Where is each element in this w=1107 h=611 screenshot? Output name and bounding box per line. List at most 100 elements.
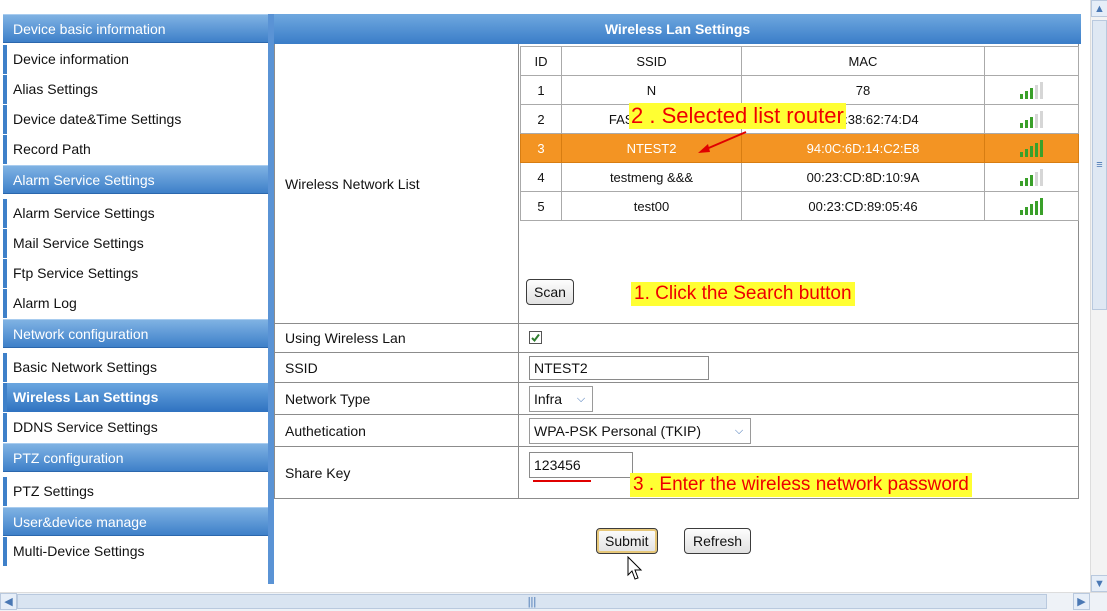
- annotation-arrow-icon: [698, 131, 747, 153]
- ssid-row: SSID NTEST2: [274, 353, 1079, 383]
- cell-ssid: N: [561, 75, 742, 105]
- cell-signal: [984, 75, 1079, 105]
- auth-row: Authetication WPA-PSK Personal (TKIP) ⌵: [274, 415, 1079, 447]
- vertical-scrollbar[interactable]: ▲ ≡ ▼: [1090, 0, 1107, 592]
- signal-strength-icon: [1020, 197, 1043, 215]
- cell-id: 3: [520, 133, 562, 163]
- horizontal-scrollbar[interactable]: ◀ ||| ▶: [0, 592, 1107, 611]
- chevron-down-icon: ⌵: [576, 393, 586, 405]
- using-wireless-value-cell: [519, 324, 1078, 352]
- auth-label-cell: Authetication: [275, 415, 519, 446]
- checkmark-icon: [531, 333, 540, 343]
- auth-selected: WPA-PSK Personal (TKIP): [534, 423, 702, 439]
- sidebar-item-mail-service-settings[interactable]: Mail Service Settings: [3, 229, 268, 258]
- wireless-network-list-label-cell: Wireless Network List: [275, 44, 519, 323]
- password-underline: [533, 480, 591, 482]
- signal-strength-icon: [1020, 110, 1043, 128]
- mouse-cursor-icon: [627, 556, 643, 580]
- signal-strength-icon: [1020, 81, 1043, 99]
- network-type-selected: Infra: [534, 391, 563, 407]
- share-key-input[interactable]: 123456: [529, 452, 633, 478]
- cell-mac: 94:0C:6D:14:C2:E8: [741, 133, 985, 163]
- refresh-button-wrap: Refresh: [684, 528, 752, 554]
- sidebar-item-alarm-service-settings[interactable]: Alarm Service Settings: [3, 199, 268, 228]
- cell-id: 1: [520, 75, 562, 105]
- wireless-network-list-label: Wireless Network List: [285, 175, 420, 192]
- table-row[interactable]: 3 NTEST2 94:0C:6D:14:C2:E8: [520, 133, 1079, 163]
- auth-label: Authetication: [285, 422, 366, 439]
- step2-annotation: 2 . Selected list router: [629, 103, 846, 129]
- table-row[interactable]: 4 testmeng &&& 00:23:CD:8D:10:9A: [520, 162, 1079, 192]
- submit-button-wrap: Submit: [596, 528, 658, 554]
- sidebar-section-device-basic-information[interactable]: Device basic information: [3, 14, 268, 43]
- scan-button-wrap: Scan: [526, 279, 574, 305]
- ssid-value-cell: NTEST2: [519, 353, 1078, 382]
- cell-signal: [984, 133, 1079, 163]
- sidebar-section-network-configuration[interactable]: Network configuration: [3, 319, 268, 348]
- col-header-id: ID: [520, 46, 562, 76]
- page-title: Wireless Lan Settings: [274, 14, 1081, 44]
- scroll-right-icon[interactable]: ▶: [1073, 593, 1090, 610]
- network-type-row: Network Type Infra ⌵: [274, 383, 1079, 415]
- submit-button[interactable]: Submit: [596, 528, 658, 554]
- cell-mac: 78: [741, 75, 985, 105]
- network-type-label-cell: Network Type: [275, 383, 519, 414]
- sidebar-item-device-information[interactable]: Device information: [3, 45, 268, 74]
- sidebar-item-wireless-lan-settings[interactable]: Wireless Lan Settings: [3, 383, 268, 412]
- sidebar-item-ftp-service-settings[interactable]: Ftp Service Settings: [3, 259, 268, 288]
- main-panel: Wireless Lan Settings Wireless Network L…: [274, 14, 1087, 584]
- scroll-left-icon[interactable]: ◀: [0, 593, 17, 610]
- step3-annotation: 3 . Enter the wireless network password: [630, 473, 972, 497]
- scan-button[interactable]: Scan: [526, 279, 574, 305]
- network-type-value-cell: Infra ⌵: [519, 383, 1078, 414]
- scroll-down-icon[interactable]: ▼: [1091, 575, 1107, 592]
- sidebar-item-alarm-log[interactable]: Alarm Log: [3, 289, 268, 318]
- sidebar-item-ptz-settings[interactable]: PTZ Settings: [3, 477, 268, 506]
- cell-mac: 00:23:CD:8D:10:9A: [741, 162, 985, 192]
- sidebar-section-alarm-service-settings[interactable]: Alarm Service Settings: [3, 165, 268, 194]
- wireless-network-table: ID SSID MAC 1N782FAST_6274D4F4:EC:38:62:…: [520, 46, 1079, 221]
- col-header-ssid: SSID: [561, 46, 742, 76]
- network-type-select[interactable]: Infra ⌵: [529, 386, 593, 412]
- auth-select[interactable]: WPA-PSK Personal (TKIP) ⌵: [529, 418, 751, 444]
- step1-annotation: 1. Click the Search button: [631, 282, 855, 306]
- cell-signal: [984, 162, 1079, 192]
- sidebar-section-ptz-configuration[interactable]: PTZ configuration: [3, 443, 268, 472]
- sidebar-item-ddns-service-settings[interactable]: DDNS Service Settings: [3, 413, 268, 442]
- sidebar-item-basic-network-settings[interactable]: Basic Network Settings: [3, 353, 268, 382]
- sidebar-section-user-device-manage[interactable]: User&device manage: [3, 507, 268, 536]
- cell-id: 4: [520, 162, 562, 192]
- ssid-input[interactable]: NTEST2: [529, 356, 709, 380]
- refresh-button[interactable]: Refresh: [684, 528, 752, 554]
- signal-strength-icon: [1020, 139, 1043, 157]
- ssid-label: SSID: [285, 359, 318, 376]
- using-wireless-label: Using Wireless Lan: [285, 330, 406, 346]
- cell-signal: [984, 104, 1079, 134]
- cell-id: 2: [520, 104, 562, 134]
- signal-strength-icon: [1020, 168, 1043, 186]
- table-header-row: ID SSID MAC: [520, 46, 1079, 76]
- cell-id: 5: [520, 191, 562, 221]
- auth-value-cell: WPA-PSK Personal (TKIP) ⌵: [519, 415, 1078, 446]
- vertical-scroll-thumb[interactable]: ≡: [1092, 20, 1107, 310]
- col-header-signal: [984, 46, 1079, 76]
- sidebar-item-device-date-time-settings[interactable]: Device date&Time Settings: [3, 105, 268, 134]
- sidebar-item-record-path[interactable]: Record Path: [3, 135, 268, 164]
- sidebar-item-multi-device-settings[interactable]: Multi-Device Settings: [3, 537, 268, 566]
- sidebar-item-alias-settings[interactable]: Alias Settings: [3, 75, 268, 104]
- cell-mac: 00:23:CD:89:05:46: [741, 191, 985, 221]
- cell-ssid: testmeng &&&: [561, 162, 742, 192]
- col-header-mac: MAC: [741, 46, 985, 76]
- scroll-up-icon[interactable]: ▲: [1091, 0, 1107, 17]
- table-row[interactable]: 5 test00 00:23:CD:89:05:46: [520, 191, 1079, 221]
- cell-signal: [984, 191, 1079, 221]
- network-type-label: Network Type: [285, 390, 371, 407]
- ssid-label-cell: SSID: [275, 353, 519, 382]
- horizontal-scroll-thumb[interactable]: |||: [17, 594, 1047, 609]
- sidebar: Device basic information Device informati…: [3, 14, 268, 584]
- table-row[interactable]: 1 N 78: [520, 75, 1079, 105]
- chevron-down-icon: ⌵: [734, 425, 744, 437]
- using-wireless-checkbox[interactable]: [529, 331, 542, 344]
- share-key-label: Share Key: [285, 465, 351, 481]
- share-key-label-cell: Share Key: [275, 447, 519, 498]
